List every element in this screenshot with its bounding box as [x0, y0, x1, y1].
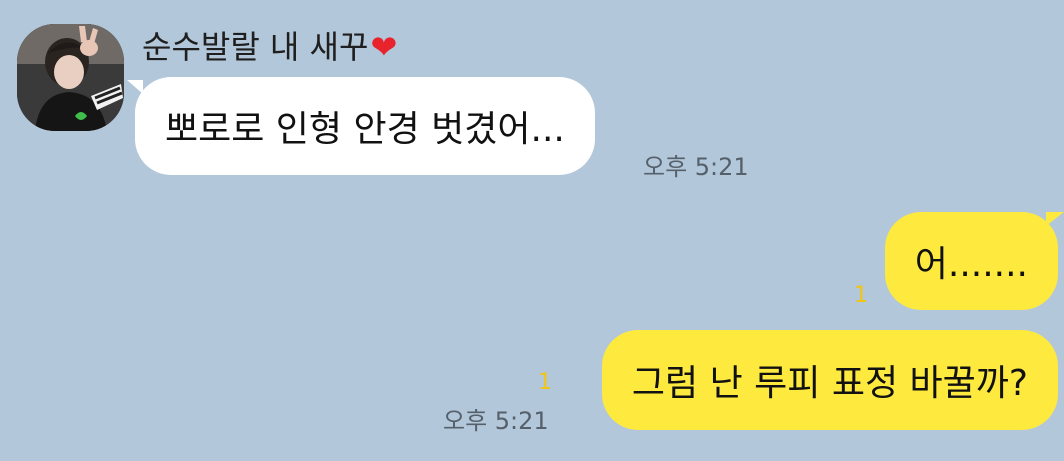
heart-icon: ❤: [370, 28, 398, 66]
outgoing-message-bubble[interactable]: 그럼 난 루피 표정 바꿀까?: [601, 330, 1058, 430]
sender-avatar[interactable]: [17, 24, 124, 131]
message-text: 어.......: [914, 244, 1028, 285]
unread-count: 1: [538, 370, 552, 395]
message-timestamp: 오후 5:21: [643, 153, 749, 181]
message-timestamp: 오후 5:21: [443, 407, 549, 435]
sender-name-text: 순수발랄 내 새꾸: [142, 28, 369, 66]
message-text: 그럼 난 루피 표정 바꿀까?: [631, 363, 1028, 404]
unread-count: 1: [854, 283, 868, 308]
message-text: 뽀로로 인형 안경 벗겼어...: [165, 109, 565, 150]
outgoing-message-bubble[interactable]: 어.......: [884, 212, 1058, 310]
profile-photo-icon: [17, 24, 124, 131]
incoming-message-bubble[interactable]: 뽀로로 인형 안경 벗겼어...: [135, 77, 595, 175]
sender-name: 순수발랄 내 새꾸❤: [142, 22, 397, 68]
